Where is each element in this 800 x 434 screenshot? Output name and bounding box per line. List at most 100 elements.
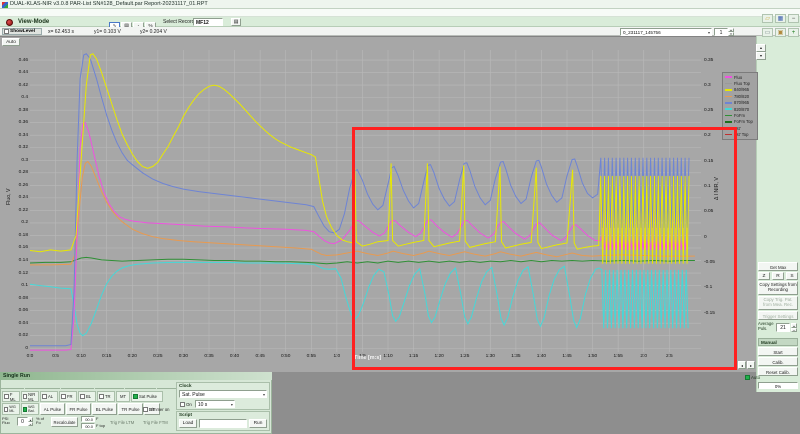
cursor-y1-readout: y1= 0.103 V [94, 29, 121, 35]
script-file-field[interactable] [199, 419, 247, 428]
show-level-toggle[interactable]: ShowLevel [2, 28, 42, 35]
record-index-spin-buttons[interactable]: ▴ ▾ [728, 28, 734, 36]
checkbox-icon[interactable] [42, 394, 47, 399]
record-index-spinner[interactable]: 1 [714, 28, 728, 36]
scroll-right-button[interactable]: ▸ [747, 361, 755, 369]
psi-fluo-spin[interactable]: ▴▾ [28, 417, 33, 426]
select-record-combo[interactable]: MF12 [193, 18, 223, 26]
checkbox-f-ml[interactable]: F ML [2, 391, 20, 402]
dimmer-checkbox[interactable] [143, 407, 148, 412]
spin-down-icon[interactable]: ▼ [756, 52, 766, 60]
mini-button-z[interactable]: Z [758, 272, 770, 280]
calib-button[interactable]: Calib. [758, 357, 798, 366]
legend-swatch [725, 89, 732, 91]
button-al-pulse[interactable]: AL Pulse [40, 403, 65, 415]
tab-settings[interactable]: Settings [1, 388, 24, 389]
checkbox-bl[interactable]: BL [78, 391, 96, 402]
save-icon[interactable]: ▦ [775, 14, 786, 23]
clock-mode-combo[interactable]: Sat. Pulse▾ [179, 390, 267, 398]
f-field-value[interactable]: 00.0 [81, 416, 95, 422]
x-tick: 0:20 [125, 354, 139, 359]
tab-fast-kinetics[interactable]: Fast Kinetics [61, 388, 93, 389]
trig-file-label: Trig File FTM [143, 420, 168, 425]
scroll-left-button[interactable]: ◂ [738, 361, 746, 369]
button-fr-pulse[interactable]: FR Pulse [66, 403, 91, 415]
checkbox-fr[interactable]: FR [59, 391, 77, 402]
progress-indicator: 0% [758, 382, 798, 389]
manual-auto-toggle[interactable]: Auto [744, 374, 766, 381]
checkbox-icon[interactable] [23, 407, 27, 412]
mini-button-r[interactable]: R [772, 272, 784, 280]
checkbox-label: AL [48, 394, 53, 399]
checkbox-sat-pulse[interactable]: Sat Pulse [131, 391, 163, 402]
kinetics-chart [30, 50, 701, 352]
show-level-checkbox[interactable] [4, 29, 9, 34]
y-left-tick: 0 [11, 346, 28, 351]
checkbox-label: BL [86, 394, 91, 399]
record-name-value: 0_231117_145756 [623, 30, 661, 35]
average-spin-buttons[interactable]: ▴▾ [791, 323, 797, 332]
remove-icon[interactable]: − [788, 14, 799, 23]
tab-sp-analysis[interactable]: SP-Analysis [125, 388, 156, 389]
single-run-header[interactable]: Single Run [0, 372, 272, 380]
script-run-button[interactable]: Run [249, 419, 267, 428]
dimmer-toggle[interactable]: Dimmer on [142, 406, 176, 413]
checkbox-icon[interactable] [4, 407, 8, 412]
clock-interval-combo[interactable]: 10 s▾ [195, 400, 235, 408]
trigger-settings-button: Trigger Settings [758, 311, 798, 320]
recalculate-button[interactable]: Recalculate [51, 417, 78, 427]
x-tick: 0:40 [228, 354, 242, 359]
y-left-tick: 0.26 [11, 183, 28, 188]
get-max-button[interactable]: Get Max [758, 262, 798, 271]
x-tick: 0:25 [151, 354, 165, 359]
record-page-button[interactable]: ▤ [231, 18, 241, 26]
script-title: Script [177, 412, 269, 418]
checkbox-wg-ml[interactable]: WG ML [2, 403, 20, 415]
chart-page-spinner[interactable]: ▲ ▼ [756, 44, 766, 60]
checkbox-icon[interactable] [23, 394, 27, 399]
add-icon[interactable]: + [788, 28, 799, 37]
spin-up-icon[interactable]: ▲ [756, 44, 766, 52]
start-button[interactable]: Start [758, 347, 798, 356]
average-pulses-value[interactable]: 21 [776, 323, 790, 332]
printer-icon: ▭ [765, 30, 771, 36]
f-field-value[interactable]: 00.0 [81, 423, 95, 429]
y-left-tick: 0.1 [11, 283, 28, 288]
spin-down-icon[interactable]: ▾ [791, 328, 797, 333]
script-load-button[interactable]: Load [179, 419, 197, 428]
spin-down-icon[interactable]: ▾ [28, 422, 33, 427]
chart-legend[interactable]: FluoFluo Top840/965780/820870/965820/870… [722, 72, 758, 140]
checkbox-al[interactable]: AL [40, 391, 58, 402]
tab-slow-kinetics[interactable]: Slow Kinetics [25, 388, 61, 389]
button-tr-pulse[interactable]: TR Pulse [118, 403, 143, 415]
mini-button-s[interactable]: S [786, 272, 798, 280]
package-icon[interactable]: ▣ [775, 28, 786, 37]
record-name-combo[interactable]: 0_231117_145756 ▾ [620, 28, 712, 36]
legend-item: Fst' Top [725, 132, 757, 138]
printer-icon[interactable]: ▭ [762, 28, 773, 37]
psi-fluo-label: PSI Fluo [2, 417, 16, 426]
button-bl-pulse[interactable]: BL Pulse [92, 403, 117, 415]
mt-cell[interactable]: MT [116, 391, 130, 402]
tab-light-curve[interactable]: Light Curve [95, 388, 125, 389]
x-tick: 0:5 [49, 354, 63, 359]
checkbox-icon[interactable] [61, 394, 66, 399]
checkbox-icon[interactable] [4, 394, 9, 399]
clock-on-checkbox[interactable] [180, 402, 185, 407]
clock-group: ClockSat. Pulse▾On10 s▾ [176, 382, 270, 410]
checkbox-icon[interactable] [99, 394, 104, 399]
checkbox-icon[interactable] [133, 394, 138, 399]
checkbox-wg-bal-[interactable]: WG Bal. [21, 403, 39, 415]
checkbox-tr[interactable]: TR [97, 391, 115, 402]
copy-settings-button[interactable]: Copy Settings from Recording [758, 281, 798, 295]
checkbox-icon[interactable] [80, 394, 85, 399]
folder-icon[interactable]: ▱ [762, 14, 773, 23]
legend-swatch [725, 102, 732, 104]
manual-auto-checkbox[interactable] [745, 375, 750, 380]
psi-fluo-value[interactable]: 0 [17, 417, 28, 426]
auto-tab-button[interactable]: Auto [2, 38, 20, 46]
x-tick: 0:45 [253, 354, 267, 359]
checkbox-nir-ml[interactable]: NIR ML [21, 391, 39, 402]
x-tick: 1:45 [560, 354, 574, 359]
spin-down-icon[interactable]: ▾ [728, 32, 734, 36]
